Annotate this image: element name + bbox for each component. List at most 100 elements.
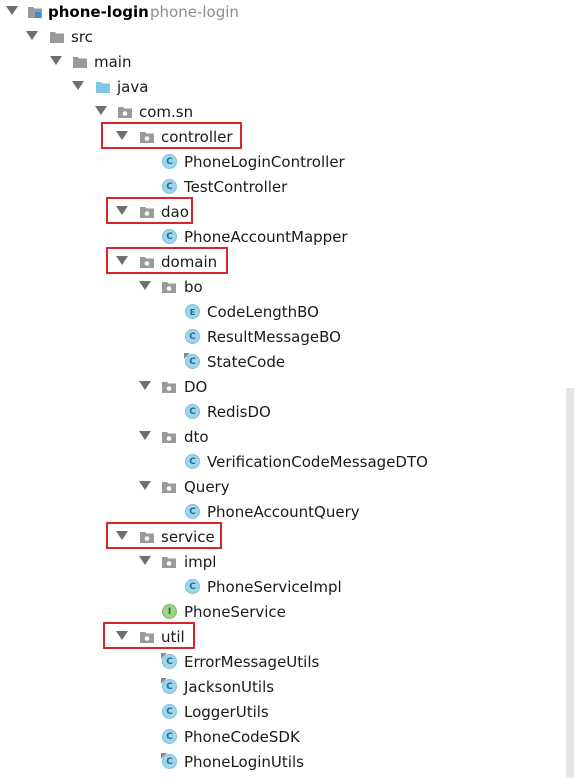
package-icon <box>140 532 154 543</box>
folder-label: main <box>94 53 132 71</box>
chevron-down-icon[interactable] <box>26 31 38 40</box>
tree-row-controller[interactable]: controller <box>0 125 560 150</box>
class-label: PhoneLoginUtils <box>184 753 304 771</box>
tree-row-class[interactable]: C JacksonUtils <box>0 675 560 700</box>
tree-row-domain[interactable]: domain <box>0 250 560 275</box>
package-label: util <box>161 628 185 646</box>
class-label: TestController <box>184 178 288 196</box>
class-icon: C <box>162 654 177 669</box>
package-label: bo <box>184 278 203 296</box>
tree-row-dto[interactable]: dto <box>0 425 560 450</box>
chevron-down-icon[interactable] <box>72 81 84 90</box>
tree-row-class[interactable]: C PhoneLoginUtils <box>0 750 560 775</box>
tree-row-class[interactable]: C LoggerUtils <box>0 700 560 725</box>
tree-row-class[interactable]: C PhoneServiceImpl <box>0 575 560 600</box>
chevron-down-icon[interactable] <box>116 531 128 540</box>
class-label: VerificationCodeMessageDTO <box>207 453 428 471</box>
package-icon <box>140 207 154 218</box>
class-icon: C <box>185 329 200 344</box>
chevron-down-icon[interactable] <box>95 106 107 115</box>
folder-icon <box>50 32 64 43</box>
enum-icon: E <box>185 304 200 319</box>
class-icon: C <box>162 729 177 744</box>
tree-row-dao[interactable]: dao <box>0 200 560 225</box>
chevron-down-icon[interactable] <box>139 431 151 440</box>
tree-row-do[interactable]: DO <box>0 375 560 400</box>
tree-row-interface[interactable]: I PhoneService <box>0 600 560 625</box>
package-icon <box>162 382 176 393</box>
chevron-down-icon[interactable] <box>139 481 151 490</box>
chevron-down-icon[interactable] <box>116 631 128 640</box>
package-label: dto <box>184 428 209 446</box>
class-label: LoggerUtils <box>184 703 269 721</box>
package-icon <box>140 257 154 268</box>
package-icon <box>118 107 132 118</box>
package-icon <box>162 282 176 293</box>
module-folder-icon <box>28 7 42 18</box>
tree-row-class[interactable]: C RedisDO <box>0 400 560 425</box>
tree-row-class[interactable]: C VerificationCodeMessageDTO <box>0 450 560 475</box>
tree-row-package-root[interactable]: com.sn <box>0 100 560 125</box>
package-label: DO <box>184 378 208 396</box>
class-label: ErrorMessageUtils <box>184 653 320 671</box>
class-icon: C <box>162 679 177 694</box>
class-label: StateCode <box>207 353 286 371</box>
tree-row-class[interactable]: C ResultMessageBO <box>0 325 560 350</box>
class-icon: C <box>185 354 200 369</box>
chevron-down-icon[interactable] <box>139 281 151 290</box>
tree-row-impl[interactable]: impl <box>0 550 560 575</box>
module-hint: phone-login <box>150 3 239 21</box>
tree-row-src[interactable]: src <box>0 25 560 50</box>
interface-icon: I <box>162 604 177 619</box>
class-icon: C <box>185 579 200 594</box>
chevron-down-icon[interactable] <box>139 556 151 565</box>
package-icon <box>162 432 176 443</box>
tree-row-class[interactable]: C TestController <box>0 175 560 200</box>
tree-row-query[interactable]: Query <box>0 475 560 500</box>
class-label: PhoneAccountMapper <box>184 228 348 246</box>
chevron-down-icon[interactable] <box>6 6 18 15</box>
class-label: CodeLengthBO <box>207 303 319 321</box>
chevron-down-icon[interactable] <box>139 381 151 390</box>
package-icon <box>162 482 176 493</box>
source-folder-icon <box>96 82 110 93</box>
package-label: controller <box>161 128 233 146</box>
tree-row-service[interactable]: service <box>0 525 560 550</box>
package-label: domain <box>161 253 218 271</box>
class-icon: C <box>162 154 177 169</box>
tree-row-main[interactable]: main <box>0 50 560 75</box>
vertical-scrollbar[interactable] <box>566 388 574 778</box>
tree-row-java[interactable]: java <box>0 75 560 100</box>
tree-row-enum[interactable]: E CodeLengthBO <box>0 300 560 325</box>
class-label: RedisDO <box>207 403 271 421</box>
class-label: PhoneLoginController <box>184 153 345 171</box>
tree-row-class[interactable]: C PhoneCodeSDK <box>0 725 560 750</box>
tree-row-util[interactable]: util <box>0 625 560 650</box>
class-icon: C <box>185 504 200 519</box>
class-label: PhoneCodeSDK <box>184 728 300 746</box>
class-label: PhoneAccountQuery <box>207 503 360 521</box>
package-label: Query <box>184 478 230 496</box>
class-label: PhoneService <box>184 603 286 621</box>
class-icon: C <box>162 754 177 769</box>
project-tree: phone-login phone-login src main java co… <box>0 0 576 778</box>
tree-row-class[interactable]: C ErrorMessageUtils <box>0 650 560 675</box>
tree-row-class[interactable]: C PhoneLoginController <box>0 150 560 175</box>
package-icon <box>140 132 154 143</box>
tree-row-class[interactable]: C PhoneAccountMapper <box>0 225 560 250</box>
package-label: service <box>161 528 215 546</box>
class-icon: C <box>185 404 200 419</box>
chevron-down-icon[interactable] <box>116 131 128 140</box>
chevron-down-icon[interactable] <box>116 256 128 265</box>
class-icon: C <box>162 704 177 719</box>
class-icon: C <box>185 454 200 469</box>
class-label: PhoneServiceImpl <box>207 578 342 596</box>
project-name: phone-login <box>48 3 149 21</box>
tree-row-class[interactable]: C StateCode <box>0 350 560 375</box>
tree-row-project[interactable]: phone-login phone-login <box>0 0 560 25</box>
folder-label: src <box>71 28 93 46</box>
tree-row-bo[interactable]: bo <box>0 275 560 300</box>
chevron-down-icon[interactable] <box>50 56 62 65</box>
tree-row-class[interactable]: C PhoneAccountQuery <box>0 500 560 525</box>
chevron-down-icon[interactable] <box>116 206 128 215</box>
